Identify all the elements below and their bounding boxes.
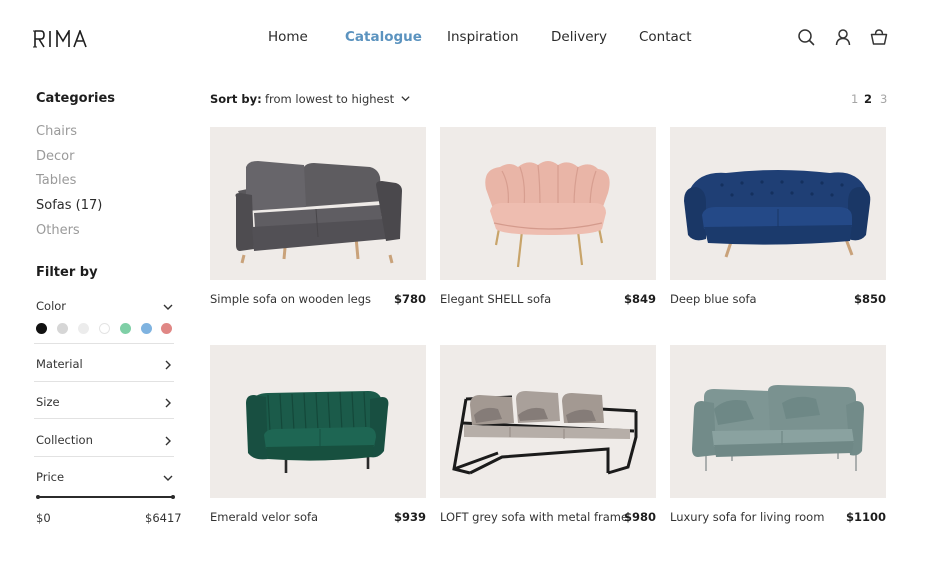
chevron-down-icon	[163, 475, 173, 481]
nav-home[interactable]: Home	[268, 29, 308, 45]
sort-label: Sort by:	[210, 92, 262, 106]
color-swatch-red[interactable]	[161, 323, 172, 334]
divider	[34, 418, 174, 419]
color-swatch-blue[interactable]	[141, 323, 152, 334]
category-others[interactable]: Others	[36, 223, 80, 238]
product-name[interactable]: Emerald velor sofa	[210, 510, 318, 524]
filter-price-label: Price	[36, 470, 65, 484]
chevron-right-icon	[165, 360, 171, 370]
category-sofas[interactable]: Sofas (17)	[36, 198, 102, 213]
main-nav: Home Catalogue Inspiration Delivery Cont…	[0, 29, 935, 49]
product-name[interactable]: Luxury sofa for living room	[670, 510, 824, 524]
filter-size-label: Size	[36, 395, 60, 409]
product-price: $1100	[845, 510, 886, 524]
filter-color[interactable]: Color	[36, 299, 174, 317]
page-1[interactable]: 1	[851, 92, 858, 106]
price-min-value: $0	[36, 511, 51, 525]
categories-heading: Categories	[36, 91, 116, 106]
chevron-down-icon	[401, 96, 410, 102]
category-chairs[interactable]: Chairs	[36, 124, 77, 139]
product-name[interactable]: LOFT grey sofa with metal frame	[440, 510, 628, 524]
user-icon[interactable]	[834, 28, 852, 46]
color-swatch-white[interactable]	[99, 323, 110, 334]
color-swatch-black[interactable]	[36, 323, 47, 334]
divider	[34, 381, 174, 382]
filter-color-label: Color	[36, 299, 67, 313]
price-min-handle[interactable]	[36, 494, 40, 499]
product-name[interactable]: Elegant SHELL sofa	[440, 292, 551, 306]
product-price: $980	[623, 510, 656, 524]
nav-contact[interactable]: Contact	[639, 29, 692, 45]
color-swatch-light-grey[interactable]	[78, 323, 89, 334]
product-image[interactable]	[210, 127, 426, 280]
filter-collection-label: Collection	[36, 433, 93, 447]
filter-size[interactable]: Size	[36, 395, 174, 413]
product-image[interactable]	[440, 345, 656, 498]
color-swatch-grey[interactable]	[57, 323, 68, 334]
nav-inspiration[interactable]: Inspiration	[447, 29, 519, 45]
chevron-down-icon	[163, 304, 173, 310]
product-image[interactable]	[670, 127, 886, 280]
price-range-slider[interactable]	[37, 496, 174, 498]
color-swatch-green[interactable]	[120, 323, 131, 334]
product-price: $780	[393, 292, 426, 306]
category-decor[interactable]: Decor	[36, 149, 74, 164]
filter-price[interactable]: Price	[36, 470, 174, 488]
product-price: $850	[853, 292, 886, 306]
page-2[interactable]: 2	[864, 92, 872, 106]
product-price: $939	[393, 510, 426, 524]
basket-icon[interactable]	[870, 28, 888, 46]
filter-collection[interactable]: Collection	[36, 433, 174, 451]
product-image[interactable]	[440, 127, 656, 280]
product-image[interactable]	[210, 345, 426, 498]
category-tables[interactable]: Tables	[36, 173, 76, 188]
filter-heading: Filter by	[36, 265, 98, 280]
sort-value: from lowest to highest	[265, 92, 395, 106]
product-price: $849	[623, 292, 656, 306]
sort-dropdown[interactable]: from lowest to highest	[265, 92, 413, 108]
filter-material-label: Material	[36, 357, 83, 371]
chevron-right-icon	[165, 398, 171, 408]
divider	[34, 456, 174, 457]
price-max-value: $6417	[145, 511, 182, 525]
product-name[interactable]: Simple sofa on wooden legs	[210, 292, 371, 306]
filter-material[interactable]: Material	[36, 357, 174, 375]
product-image[interactable]	[670, 345, 886, 498]
page-3[interactable]: 3	[880, 92, 887, 106]
price-max-handle[interactable]	[171, 494, 175, 499]
nav-delivery[interactable]: Delivery	[551, 29, 607, 45]
nav-catalogue[interactable]: Catalogue	[345, 29, 422, 45]
chevron-right-icon	[165, 436, 171, 446]
product-name[interactable]: Deep blue sofa	[670, 292, 757, 306]
divider	[34, 343, 174, 344]
search-icon[interactable]	[797, 28, 815, 46]
